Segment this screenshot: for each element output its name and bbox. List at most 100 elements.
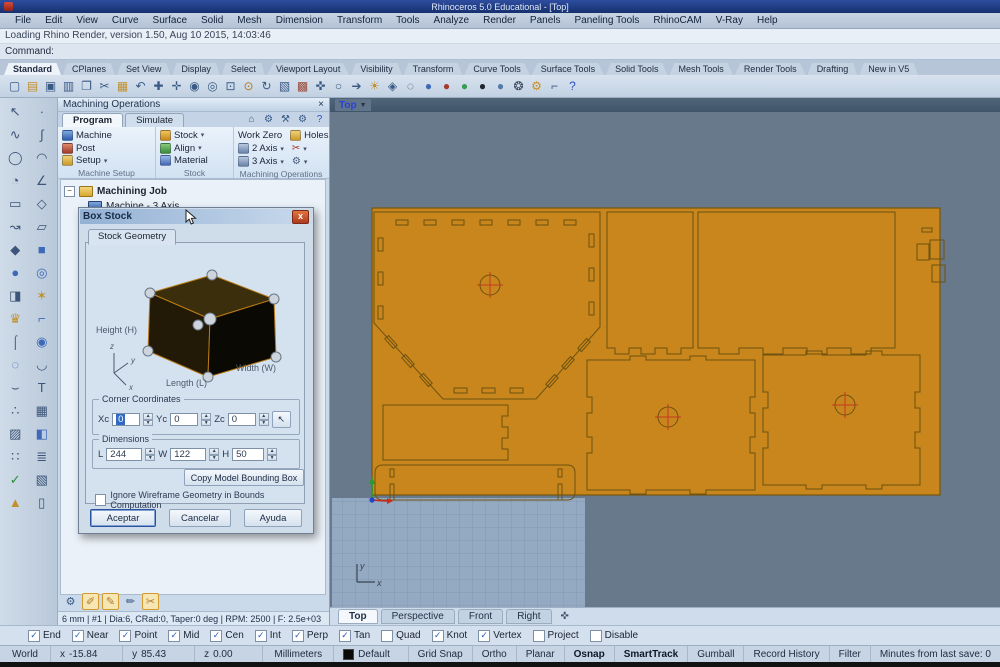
osnap-quad-checkbox[interactable] [381, 629, 394, 642]
post-tools-icon[interactable]: ⚒ [279, 113, 292, 126]
osnap-end[interactable]: End [28, 629, 61, 642]
osnap-end-checkbox[interactable] [28, 629, 40, 642]
viewport-top[interactable]: Top ▼ y x [330, 98, 1000, 607]
toolbar-tab-visibility[interactable]: Visibility [351, 63, 402, 75]
two-axis-button[interactable]: 2 Axis ▾ [238, 142, 284, 155]
help-icon[interactable]: ? [313, 113, 326, 126]
yc-field[interactable]: 0 [170, 413, 199, 426]
solid-tools-icon[interactable]: ◧ [29, 424, 56, 443]
open-file-icon[interactable]: ▤ [24, 78, 41, 95]
osnap-knot[interactable]: Knot [431, 629, 467, 642]
pick-point-button[interactable]: ↖ [271, 411, 291, 428]
length-field[interactable]: 244 [106, 448, 143, 461]
osnap-vertex-checkbox[interactable] [478, 629, 491, 642]
menu-analyze[interactable]: Analyze [427, 14, 477, 27]
height-spinner[interactable]: ▲ ▼ [267, 448, 278, 461]
osnap-near[interactable]: Near [71, 629, 108, 642]
toggle-planar[interactable]: Planar [517, 646, 565, 663]
align-button[interactable]: Align ▾ [160, 142, 229, 155]
width-field[interactable]: 122 [170, 448, 207, 461]
adjust-blend-icon[interactable]: ⌣ [2, 378, 29, 397]
paste-icon[interactable]: ▦ [114, 78, 131, 95]
menu-tools[interactable]: Tools [389, 14, 426, 27]
select-pointer-icon[interactable]: ↖ [2, 102, 29, 121]
toolbar-tab-cplanes[interactable]: CPlanes [63, 63, 116, 75]
osnap-point-checkbox[interactable] [119, 629, 132, 642]
toggle-ortho[interactable]: Ortho [473, 646, 517, 663]
shaded-display-icon[interactable]: ● [420, 78, 437, 95]
circle-center-radius-icon[interactable]: ◯ [2, 148, 29, 167]
viewport-canvas[interactable]: y x [330, 112, 1000, 607]
raytraced-display-icon[interactable]: ● [492, 78, 509, 95]
engrave-button[interactable]: ✂ ▾ [292, 142, 307, 155]
polygon-icon[interactable]: ◇ [29, 194, 56, 213]
lamp-icon[interactable]: ☀ [366, 78, 383, 95]
toolbar-tab-set-view[interactable]: Set View [117, 63, 171, 75]
toolpath-visibility-icon[interactable]: ✎ [102, 593, 119, 610]
menu-view[interactable]: View [69, 14, 105, 27]
height-field[interactable]: 50 [232, 448, 265, 461]
command-prompt[interactable]: Command: [0, 44, 1000, 60]
xc-spinner[interactable]: ▲ ▼ [143, 413, 154, 426]
three-axis-button[interactable]: 3 Axis ▾ [238, 155, 284, 168]
rotate-view-icon[interactable]: ↻ [258, 78, 275, 95]
menu-help[interactable]: Help [750, 14, 785, 27]
toggle-gumball[interactable]: Gumball [688, 646, 745, 663]
menu-panels[interactable]: Panels [523, 14, 568, 27]
wireframe-display-icon[interactable]: ◌ [402, 78, 419, 95]
set-view-icon[interactable]: ▩ [294, 78, 311, 95]
boolean-difference-icon[interactable]: ◌ [2, 355, 29, 374]
cylinder-tool-icon[interactable]: ▯ [29, 493, 56, 512]
curve-control-points-icon[interactable]: ∫ [29, 125, 56, 144]
toolbar-tab-mesh-tools[interactable]: Mesh Tools [669, 63, 733, 75]
width-spinner[interactable]: ▲ ▼ [209, 448, 220, 461]
toolbar-tab-render-tools[interactable]: Render Tools [734, 63, 806, 75]
viewport-title-menu[interactable]: Top ▼ [335, 99, 371, 111]
surface-plane-icon[interactable]: ▱ [29, 217, 56, 236]
osnap-tan[interactable]: Tan [339, 629, 370, 642]
array-tools-icon[interactable]: ≣ [29, 447, 56, 466]
xc-field[interactable]: 0 [112, 413, 141, 426]
menu-transform[interactable]: Transform [330, 14, 389, 27]
polyline-icon[interactable]: ∠ [29, 171, 56, 190]
toggle-filter[interactable]: Filter [830, 646, 871, 663]
toggle-smarttrack[interactable]: SmartTrack [615, 646, 689, 663]
osnap-disable[interactable]: Disable [589, 629, 638, 642]
viewport-layout-icon[interactable]: ▧ [276, 78, 293, 95]
menu-dimension[interactable]: Dimension [269, 14, 330, 27]
tree-collapse-icon[interactable]: − [64, 186, 75, 197]
stock-button[interactable]: Stock ▾ [160, 129, 229, 142]
osnap-cen[interactable]: Cen [210, 629, 244, 642]
viewport-pan-icon[interactable]: ✜ [555, 611, 575, 622]
cplane-tool-icon[interactable]: ▧ [29, 470, 56, 489]
render-settings-icon[interactable]: ⚙ [528, 78, 545, 95]
zoom-dynamic-icon[interactable]: ◉ [186, 78, 203, 95]
menu-surface[interactable]: Surface [146, 14, 194, 27]
osnap-knot-checkbox[interactable] [431, 629, 444, 642]
toggle-record-history[interactable]: Record History [744, 646, 830, 663]
menu-vray[interactable]: V-Ray [709, 14, 750, 27]
osnap-project-checkbox[interactable] [532, 629, 545, 642]
more-operations-button[interactable]: ⚙ ▾ [292, 155, 307, 168]
dots-grid-icon[interactable]: ∷ [2, 447, 29, 466]
layer-cell[interactable]: Default [334, 646, 409, 663]
menu-mesh[interactable]: Mesh [230, 14, 268, 27]
move-icon[interactable]: ✛ [168, 78, 185, 95]
copy-icon[interactable]: ❐ [78, 78, 95, 95]
menu-render[interactable]: Render [476, 14, 523, 27]
yc-spinner[interactable]: ▲ ▼ [201, 413, 212, 426]
setup-button[interactable]: Setup ▾ [62, 154, 151, 167]
lock-icon[interactable]: ◈ [384, 78, 401, 95]
ignore-wireframe-checkbox[interactable] [95, 494, 107, 506]
osnap-disable-checkbox[interactable] [589, 629, 602, 642]
torus-icon[interactable]: ◎ [29, 263, 56, 282]
osnap-mid[interactable]: Mid [168, 629, 199, 642]
toolbar-tab-solid-tools[interactable]: Solid Tools [606, 63, 668, 75]
circle-tool-icon[interactable]: ○ [330, 78, 347, 95]
osnap-project[interactable]: Project [532, 629, 579, 642]
holes-button[interactable]: Holes ▾ [290, 129, 335, 142]
toolbar-tab-drafting[interactable]: Drafting [807, 63, 858, 75]
viewport-tab-top[interactable]: Top [338, 609, 378, 624]
blend-curve-icon[interactable]: ◡ [29, 355, 56, 374]
ellipse-icon[interactable]: ◔ [2, 171, 29, 190]
